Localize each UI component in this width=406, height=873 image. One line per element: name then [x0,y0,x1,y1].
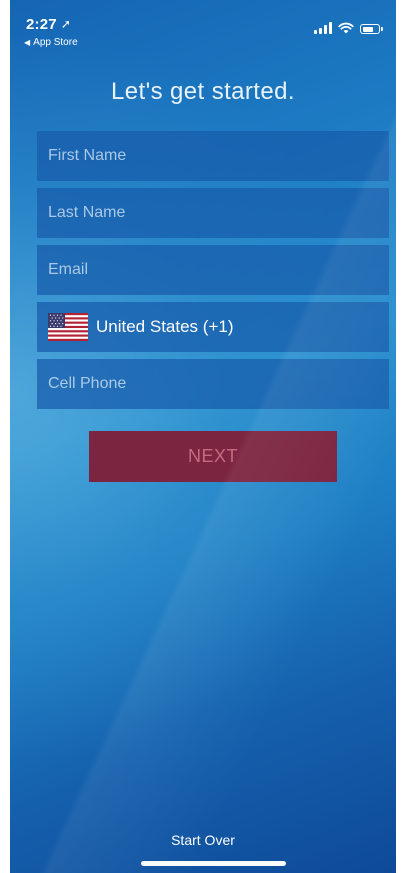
cell-phone-field[interactable] [37,359,389,409]
cell-phone-input[interactable] [48,375,389,393]
signup-screen: 2:27 ➚ ◀ App Store Let's get started. Fi… [10,0,396,873]
country-selector[interactable]: United States (+1) [37,302,389,352]
start-over-link[interactable]: Start Over [10,832,396,848]
back-to-app-store-link[interactable]: ◀ App Store [24,37,78,48]
status-time-text: 2:27 [26,16,57,33]
home-indicator[interactable] [141,861,286,866]
email-input[interactable] [48,261,389,279]
back-app-label: App Store [33,37,78,48]
page-title: Let's get started. [111,78,295,105]
cellular-signal-icon [314,22,332,34]
location-arrow-icon: ➚ [60,17,72,31]
battery-icon [360,24,383,34]
last-name-field[interactable] [37,188,389,238]
us-flag-icon [48,313,88,341]
email-field[interactable] [37,245,389,295]
next-button[interactable]: NEXT [89,431,337,482]
status-time: 2:27 ➚ [26,16,71,33]
back-triangle-icon: ◀ [24,38,31,47]
first-name-input[interactable] [48,147,389,165]
first-name-field[interactable] [37,131,389,181]
country-label: United States (+1) [96,317,234,336]
wifi-icon [338,22,354,34]
status-icons [314,20,383,34]
last-name-input[interactable] [48,204,389,222]
